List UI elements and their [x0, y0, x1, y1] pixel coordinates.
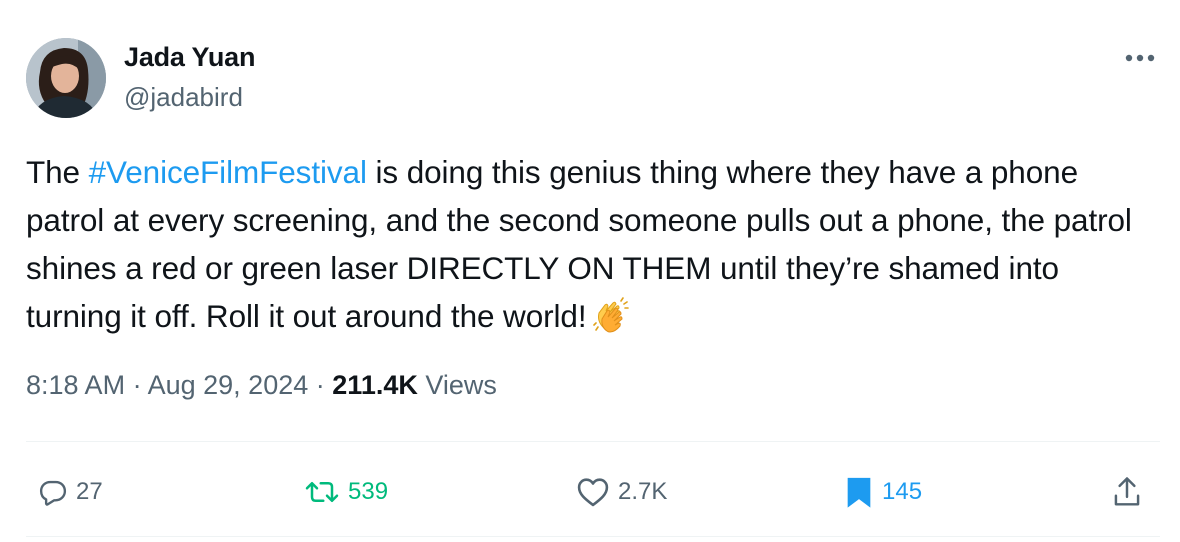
tweet-time[interactable]: 8:18 AM	[26, 370, 125, 400]
avatar[interactable]	[26, 38, 106, 118]
hashtag-link[interactable]: #VeniceFilmFestival	[89, 154, 367, 190]
author-display-name[interactable]: Jada Yuan	[124, 42, 255, 73]
reply-icon	[39, 480, 67, 506]
reply-count: 27	[76, 478, 103, 505]
heart-icon	[577, 478, 609, 507]
tweet-text: The #VeniceFilmFestival is doing this ge…	[26, 148, 1136, 346]
tweet-date[interactable]: Aug 29, 2024	[148, 370, 309, 400]
views-count: 211.4K	[332, 370, 418, 400]
share-button[interactable]	[1112, 474, 1142, 510]
divider	[26, 536, 1160, 537]
bookmark-count: 145	[882, 478, 923, 505]
meta-separator: ·	[315, 370, 325, 400]
tweet-text-lead: The	[26, 154, 89, 190]
bookmark-icon	[847, 477, 871, 508]
bookmark-button[interactable]: 145	[844, 474, 922, 510]
action-bar: 27 539 2.7K 145	[26, 458, 1160, 524]
share-icon	[1114, 477, 1140, 506]
like-count: 2.7K	[618, 478, 668, 505]
tweet-meta: 8:18 AM · Aug 29, 2024 · 211.4K Views	[26, 370, 497, 401]
clapping-hands-icon	[592, 297, 629, 346]
meta-separator: ·	[132, 370, 142, 400]
like-button[interactable]: 2.7K	[576, 474, 667, 510]
retweet-button[interactable]: 539	[304, 474, 388, 510]
author-handle[interactable]: @jadabird	[124, 82, 243, 113]
retweet-count: 539	[348, 478, 389, 505]
divider	[26, 441, 1160, 442]
views-label: Views	[425, 370, 497, 400]
more-options-button[interactable]	[1120, 44, 1160, 72]
more-horizontal-icon	[1125, 54, 1155, 62]
retweet-icon	[305, 482, 339, 502]
reply-button[interactable]: 27	[38, 474, 103, 510]
